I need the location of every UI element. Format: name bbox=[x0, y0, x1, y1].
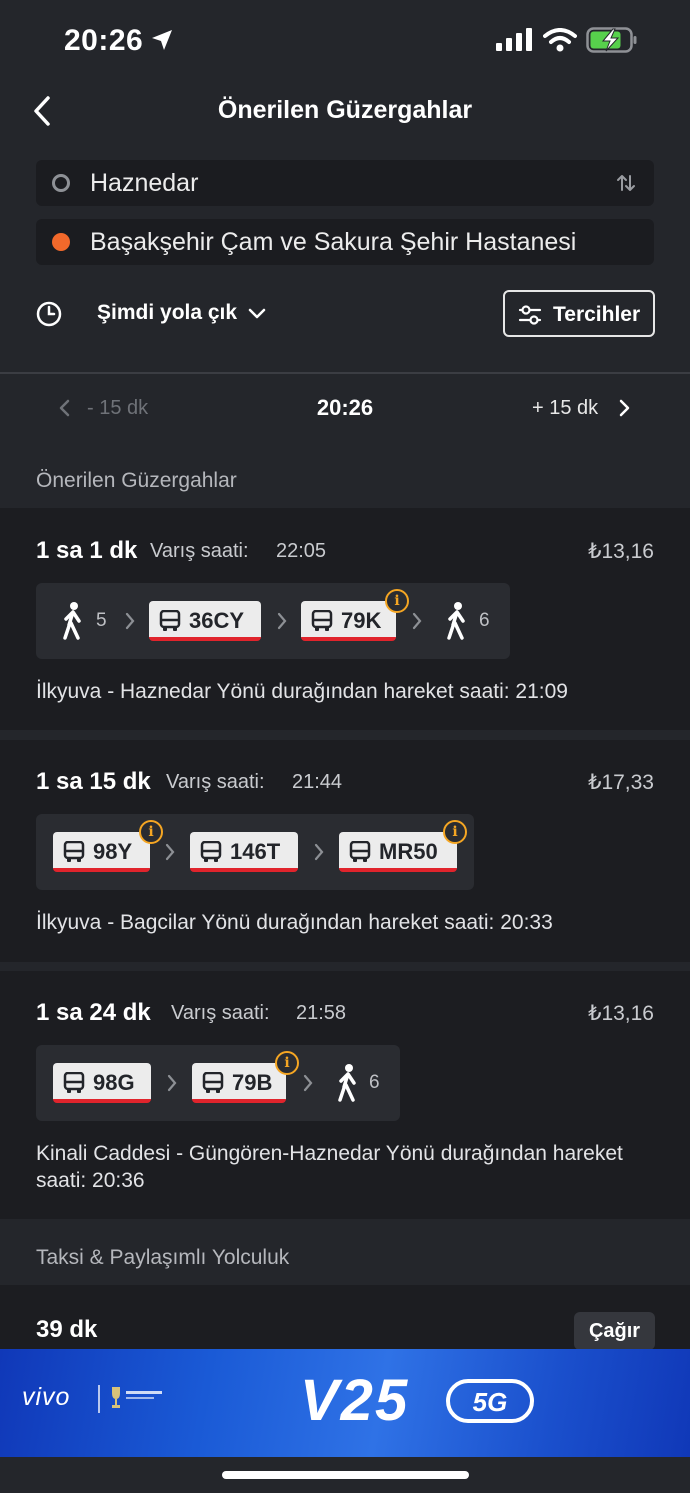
route-price: ₺13,16 bbox=[588, 540, 654, 563]
page-title: Önerilen Güzergahlar bbox=[217, 96, 473, 124]
preferences-button[interactable]: Tercihler bbox=[503, 290, 655, 337]
step-separator-icon bbox=[314, 843, 324, 861]
route-description: İlkyuva - Bagcilar Yönü durağından harek… bbox=[36, 911, 553, 934]
home-indicator[interactable] bbox=[222, 1471, 469, 1479]
call-button-label: Çağır bbox=[588, 1320, 641, 1342]
route-duration: 1 sa 24 dk bbox=[36, 999, 151, 1026]
bus-number: 36CY bbox=[189, 608, 245, 633]
bus-icon bbox=[200, 841, 222, 862]
ad-banner[interactable]: vivo V25 5G bbox=[0, 1349, 690, 1457]
sliders-icon bbox=[518, 305, 542, 325]
bus-icon bbox=[311, 610, 333, 631]
wifi-icon bbox=[543, 28, 577, 52]
walk-minutes: 5 bbox=[96, 610, 107, 631]
destination-text: Başakşehir Çam ve Sakura Şehir Hastanesi bbox=[90, 228, 577, 256]
arrival-label: Varış saati: bbox=[166, 771, 265, 793]
ad-model: V25 bbox=[300, 1368, 410, 1433]
step-separator-icon bbox=[277, 612, 287, 630]
arrival-label: Varış saati: bbox=[171, 1002, 270, 1024]
walk-icon bbox=[338, 1064, 356, 1102]
walk-minutes: 6 bbox=[369, 1072, 380, 1093]
ad-5g-label: 5G bbox=[472, 1387, 508, 1417]
arrival-time: 21:44 bbox=[292, 771, 343, 793]
destination-field[interactable]: Başakşehir Çam ve Sakura Şehir Hastanesi bbox=[36, 219, 654, 265]
step-separator-icon bbox=[167, 1074, 177, 1092]
walk-icon bbox=[63, 602, 81, 640]
route-steps: 5 36CY 79K i 6 bbox=[36, 583, 510, 659]
chevron-down-icon[interactable] bbox=[247, 304, 267, 324]
step-separator-icon bbox=[165, 843, 175, 861]
call-button[interactable]: Çağır bbox=[574, 1312, 655, 1350]
bus-icon bbox=[63, 1072, 85, 1093]
clock-icon bbox=[36, 301, 62, 327]
origin-field[interactable]: Haznedar bbox=[36, 160, 654, 206]
arrival-time: 21:58 bbox=[296, 1002, 347, 1024]
section-header-taxi: Taksi & Paylaşımlı Yolculuk bbox=[36, 1246, 290, 1269]
bus-chip[interactable]: 79B i bbox=[192, 1051, 299, 1103]
info-icon[interactable]: i bbox=[139, 820, 163, 844]
info-icon[interactable]: i bbox=[385, 589, 409, 613]
ad-brand: vivo bbox=[22, 1383, 71, 1411]
cellular-signal-icon bbox=[496, 28, 532, 51]
depart-time-selector[interactable]: Şimdi yola çık bbox=[97, 301, 237, 325]
origin-dot-icon bbox=[52, 174, 70, 192]
route-card[interactable]: 1 sa 15 dk Varış saati: 21:44 ₺17,33 98Y… bbox=[0, 740, 690, 962]
bus-icon bbox=[159, 610, 181, 631]
status-bar: 20:26 bbox=[0, 0, 690, 80]
route-steps: 98Y i 146T MR50 i bbox=[36, 814, 474, 890]
walk-icon bbox=[447, 602, 465, 640]
preferences-label: Tercihler bbox=[553, 303, 641, 326]
route-price: ₺17,33 bbox=[588, 771, 654, 794]
nav-bar: Önerilen Güzergahlar bbox=[0, 80, 690, 144]
step-separator-icon bbox=[303, 1074, 313, 1092]
bus-chip[interactable]: 146T bbox=[190, 832, 298, 872]
destination-dot-icon bbox=[52, 233, 70, 251]
time-next-button[interactable]: + 15 dk bbox=[532, 397, 598, 420]
bus-number: 98Y bbox=[93, 839, 133, 864]
route-steps: 98G 79B i 6 bbox=[36, 1045, 400, 1121]
swap-icon[interactable] bbox=[616, 173, 636, 193]
info-icon[interactable]: i bbox=[443, 820, 467, 844]
route-card[interactable]: 1 sa 1 dk Varış saati: 22:05 ₺13,16 5 36… bbox=[0, 508, 690, 730]
bus-number: 98G bbox=[93, 1070, 135, 1095]
taxi-duration: 39 dk bbox=[36, 1316, 98, 1343]
ad-divider bbox=[98, 1385, 100, 1413]
status-time: 20:26 bbox=[64, 24, 144, 57]
step-separator-icon bbox=[412, 612, 422, 630]
route-description: Kinali Caddesi - Güngören-Haznedar Yönü … bbox=[36, 1142, 623, 1192]
bus-number: MR50 bbox=[379, 839, 438, 864]
route-duration: 1 sa 15 dk bbox=[36, 768, 151, 795]
info-icon[interactable]: i bbox=[275, 1051, 299, 1075]
ad-5g-badge: 5G bbox=[446, 1379, 534, 1423]
section-header-routes: Önerilen Güzergahlar bbox=[36, 469, 237, 492]
bus-chip[interactable]: 98Y i bbox=[53, 820, 163, 872]
route-price: ₺13,16 bbox=[588, 1002, 654, 1025]
walk-minutes: 6 bbox=[479, 610, 490, 631]
chevron-right-icon[interactable] bbox=[617, 399, 631, 417]
bus-number: 79K bbox=[341, 608, 382, 633]
time-navigator: - 15 dk 20:26 + 15 dk bbox=[0, 374, 690, 444]
bus-icon bbox=[63, 841, 85, 862]
route-card[interactable]: 1 sa 24 dk Varış saati: 21:58 ₺13,16 98G… bbox=[0, 971, 690, 1219]
bus-icon bbox=[202, 1072, 224, 1093]
location-arrow-icon bbox=[152, 30, 172, 50]
bus-icon bbox=[349, 841, 371, 862]
origin-text: Haznedar bbox=[90, 169, 199, 197]
bus-number: 146T bbox=[230, 839, 281, 864]
bus-number: 79B bbox=[232, 1070, 273, 1095]
bus-chip[interactable]: 36CY bbox=[149, 601, 261, 641]
bus-chip[interactable]: 79K i bbox=[301, 589, 409, 641]
battery-charging-icon bbox=[586, 27, 637, 53]
bus-chip[interactable]: 98G bbox=[53, 1063, 151, 1103]
trophy-logo-icon bbox=[112, 1387, 162, 1408]
route-description: İlkyuva - Haznedar Yönü durağından harek… bbox=[36, 680, 568, 703]
arrival-label: Varış saati: bbox=[150, 540, 249, 562]
arrival-time: 22:05 bbox=[276, 540, 327, 562]
step-separator-icon bbox=[125, 612, 135, 630]
route-duration: 1 sa 1 dk bbox=[36, 537, 138, 564]
bus-chip[interactable]: MR50 i bbox=[339, 820, 467, 872]
